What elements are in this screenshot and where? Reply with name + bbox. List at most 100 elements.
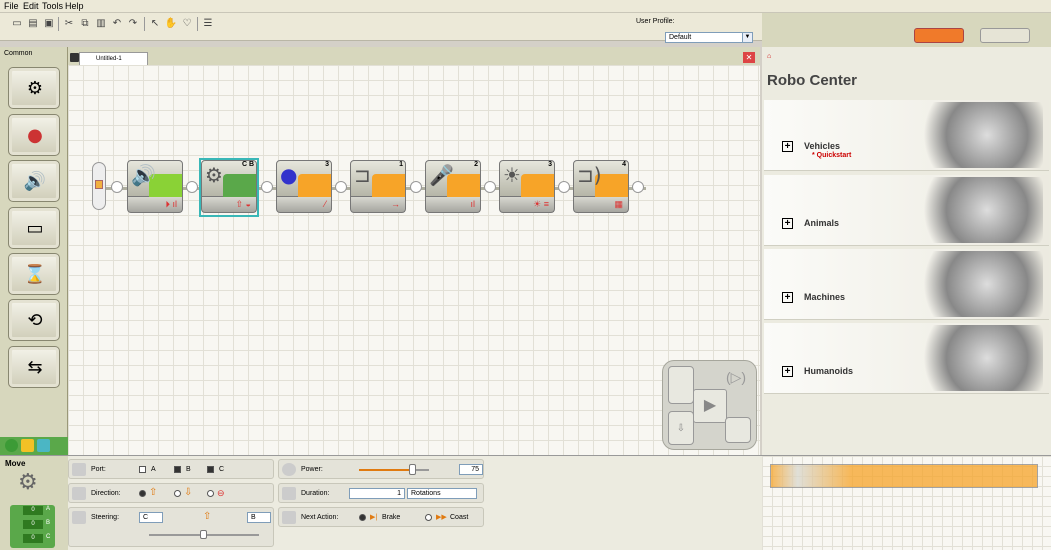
machine-robot-image [903, 251, 1043, 317]
sound-block[interactable]: 🔊 ⏵ ıl [127, 160, 183, 215]
open-file-icon[interactable]: ▤ [26, 17, 40, 30]
palette-tabs [0, 437, 68, 455]
steering-slider-thumb[interactable] [200, 530, 207, 539]
light-level-icon: ☀ ≡ [533, 199, 549, 209]
palette-wait-block[interactable]: ⌛ [8, 253, 60, 295]
canvas-tab[interactable]: Untitled-1 [79, 52, 148, 65]
robo-center-tab[interactable] [914, 28, 964, 43]
robo-center-toolbar [762, 13, 1051, 47]
palette-tab-common[interactable]: Common [4, 50, 32, 57]
complete-palette-tab[interactable] [21, 439, 34, 452]
download-run-selected-icon[interactable]: (▷) [723, 369, 749, 391]
my-portal-tab[interactable] [980, 28, 1030, 43]
expand-icon[interactable]: + [782, 366, 793, 377]
block-port: 3 [548, 161, 552, 168]
palette-move-block[interactable]: ⚙ [8, 67, 60, 109]
block-port: 2 [474, 161, 478, 168]
duration-unit-value: Rotations [411, 490, 441, 497]
direction-backward-radio[interactable] [174, 490, 181, 497]
close-icon[interactable]: ✕ [743, 52, 755, 63]
power-input[interactable]: 75 [459, 464, 483, 475]
download-run-button[interactable]: ▶ [693, 389, 727, 423]
port-a-checkbox[interactable] [139, 466, 146, 473]
copy-icon[interactable]: ⧉ [78, 17, 92, 30]
robo-center-title: Robo Center [767, 72, 857, 89]
up-arrow-icon: ⇧ [149, 487, 158, 498]
robo-item-vehicles[interactable]: + Vehicles * Quickstart [764, 100, 1049, 171]
steering-left-select[interactable]: C [139, 512, 163, 523]
direction-forward-radio[interactable] [139, 490, 146, 497]
duration-input[interactable]: 1 [349, 488, 405, 499]
minimap-viewport[interactable] [770, 464, 1038, 488]
custom-palette-tab[interactable] [37, 439, 50, 452]
canvas-grid[interactable] [68, 65, 760, 455]
expand-icon[interactable]: + [782, 141, 793, 152]
power-slider-thumb[interactable] [408, 464, 416, 475]
user-profile-select[interactable]: Default ▼ [665, 32, 753, 43]
light-sensor-block[interactable]: 3 ☀ ☀ ≡ [499, 160, 555, 215]
next-action-label: Next Action: [301, 514, 339, 521]
port-c-checkbox[interactable] [207, 466, 214, 473]
user-profile-value: Default [669, 34, 692, 41]
comment-icon[interactable]: ♡ [180, 17, 194, 30]
redo-icon[interactable]: ↷ [126, 17, 140, 30]
robo-item-humanoids[interactable]: + Humanoids [764, 323, 1049, 394]
steering-right-value: B [251, 514, 256, 521]
expand-icon[interactable]: + [782, 292, 793, 303]
robo-item-sub[interactable]: * Quickstart [812, 152, 851, 159]
brake-icon: ▶| [370, 514, 378, 521]
steering-icon [72, 511, 86, 524]
connector [558, 181, 570, 193]
pan-icon[interactable]: ✋ [164, 17, 178, 30]
common-palette-tab[interactable] [5, 439, 18, 452]
port-b-checkbox[interactable] [174, 466, 181, 473]
brake-radio[interactable] [359, 514, 366, 521]
toolbar: ▭ ▤ ▣ ✂ ⧉ ▥ ↶ ↷ ↖ ✋ ♡ ☰ User Profile: [0, 13, 762, 41]
download-icon[interactable]: ⇩ [668, 411, 694, 445]
touch-sensor-icon: ⊐ [354, 163, 371, 187]
hourglass-icon: ⌛ [23, 264, 47, 285]
expand-icon[interactable]: + [782, 218, 793, 229]
gear-icon: ⚙ [18, 470, 38, 495]
save-icon[interactable]: ▣ [42, 17, 56, 30]
menu-file[interactable]: File [4, 1, 19, 11]
program-minimap[interactable] [762, 455, 1051, 550]
undo-icon[interactable]: ↶ [110, 17, 124, 30]
sound-sensor-block[interactable]: 2 🎤 ıl [425, 160, 481, 215]
pointer-icon[interactable]: ↖ [148, 17, 162, 30]
duration-unit-select[interactable]: Rotations [407, 488, 477, 499]
palette-record-block[interactable]: ● [8, 114, 60, 156]
direction-stop-radio[interactable] [207, 490, 214, 497]
ultrasonic-sensor-block[interactable]: 4 ⊐) ▦ [573, 160, 629, 215]
stop-button[interactable] [725, 417, 751, 443]
home-icon[interactable]: ⌂ [767, 53, 771, 60]
paste-icon[interactable]: ▥ [94, 17, 108, 30]
connector [186, 181, 198, 193]
palette-loop-block[interactable]: ⟲ [8, 299, 60, 341]
chevron-down-icon[interactable]: ▼ [742, 33, 752, 42]
power-slider-track[interactable] [359, 469, 429, 471]
custom-palette-icon[interactable]: ☰ [201, 17, 215, 30]
start-point [92, 162, 106, 210]
port-row: Port: A B C [68, 459, 274, 479]
move-block-selected[interactable]: C B ⚙ ⇧ ◒ [199, 158, 259, 217]
robo-item-animals[interactable]: + Animals [764, 175, 1049, 246]
menu-edit[interactable]: Edit [23, 1, 39, 11]
canvas-tab-icon [70, 53, 79, 62]
color-sensor-block[interactable]: 3 ● ⁄ [276, 160, 332, 215]
port-label: Port: [91, 466, 106, 473]
nxt-window-button[interactable] [668, 366, 694, 404]
coast-radio[interactable] [425, 514, 432, 521]
new-file-icon[interactable]: ▭ [10, 17, 24, 30]
palette-sound-block[interactable]: 🔊 [8, 160, 60, 202]
palette-switch-block[interactable]: ⇆ [8, 346, 60, 388]
cut-icon[interactable]: ✂ [62, 17, 76, 30]
vehicle-robot-image [903, 102, 1043, 168]
menu-help[interactable]: Help [65, 1, 84, 11]
robo-item-machines[interactable]: + Machines [764, 249, 1049, 320]
touch-sensor-block[interactable]: 1 ⊐ → [350, 160, 406, 215]
steering-right-select[interactable]: B [247, 512, 271, 523]
microphone-icon: 🎤 [429, 163, 454, 187]
menu-tools[interactable]: Tools [42, 1, 63, 11]
palette-display-block[interactable]: ▭ [8, 207, 60, 249]
